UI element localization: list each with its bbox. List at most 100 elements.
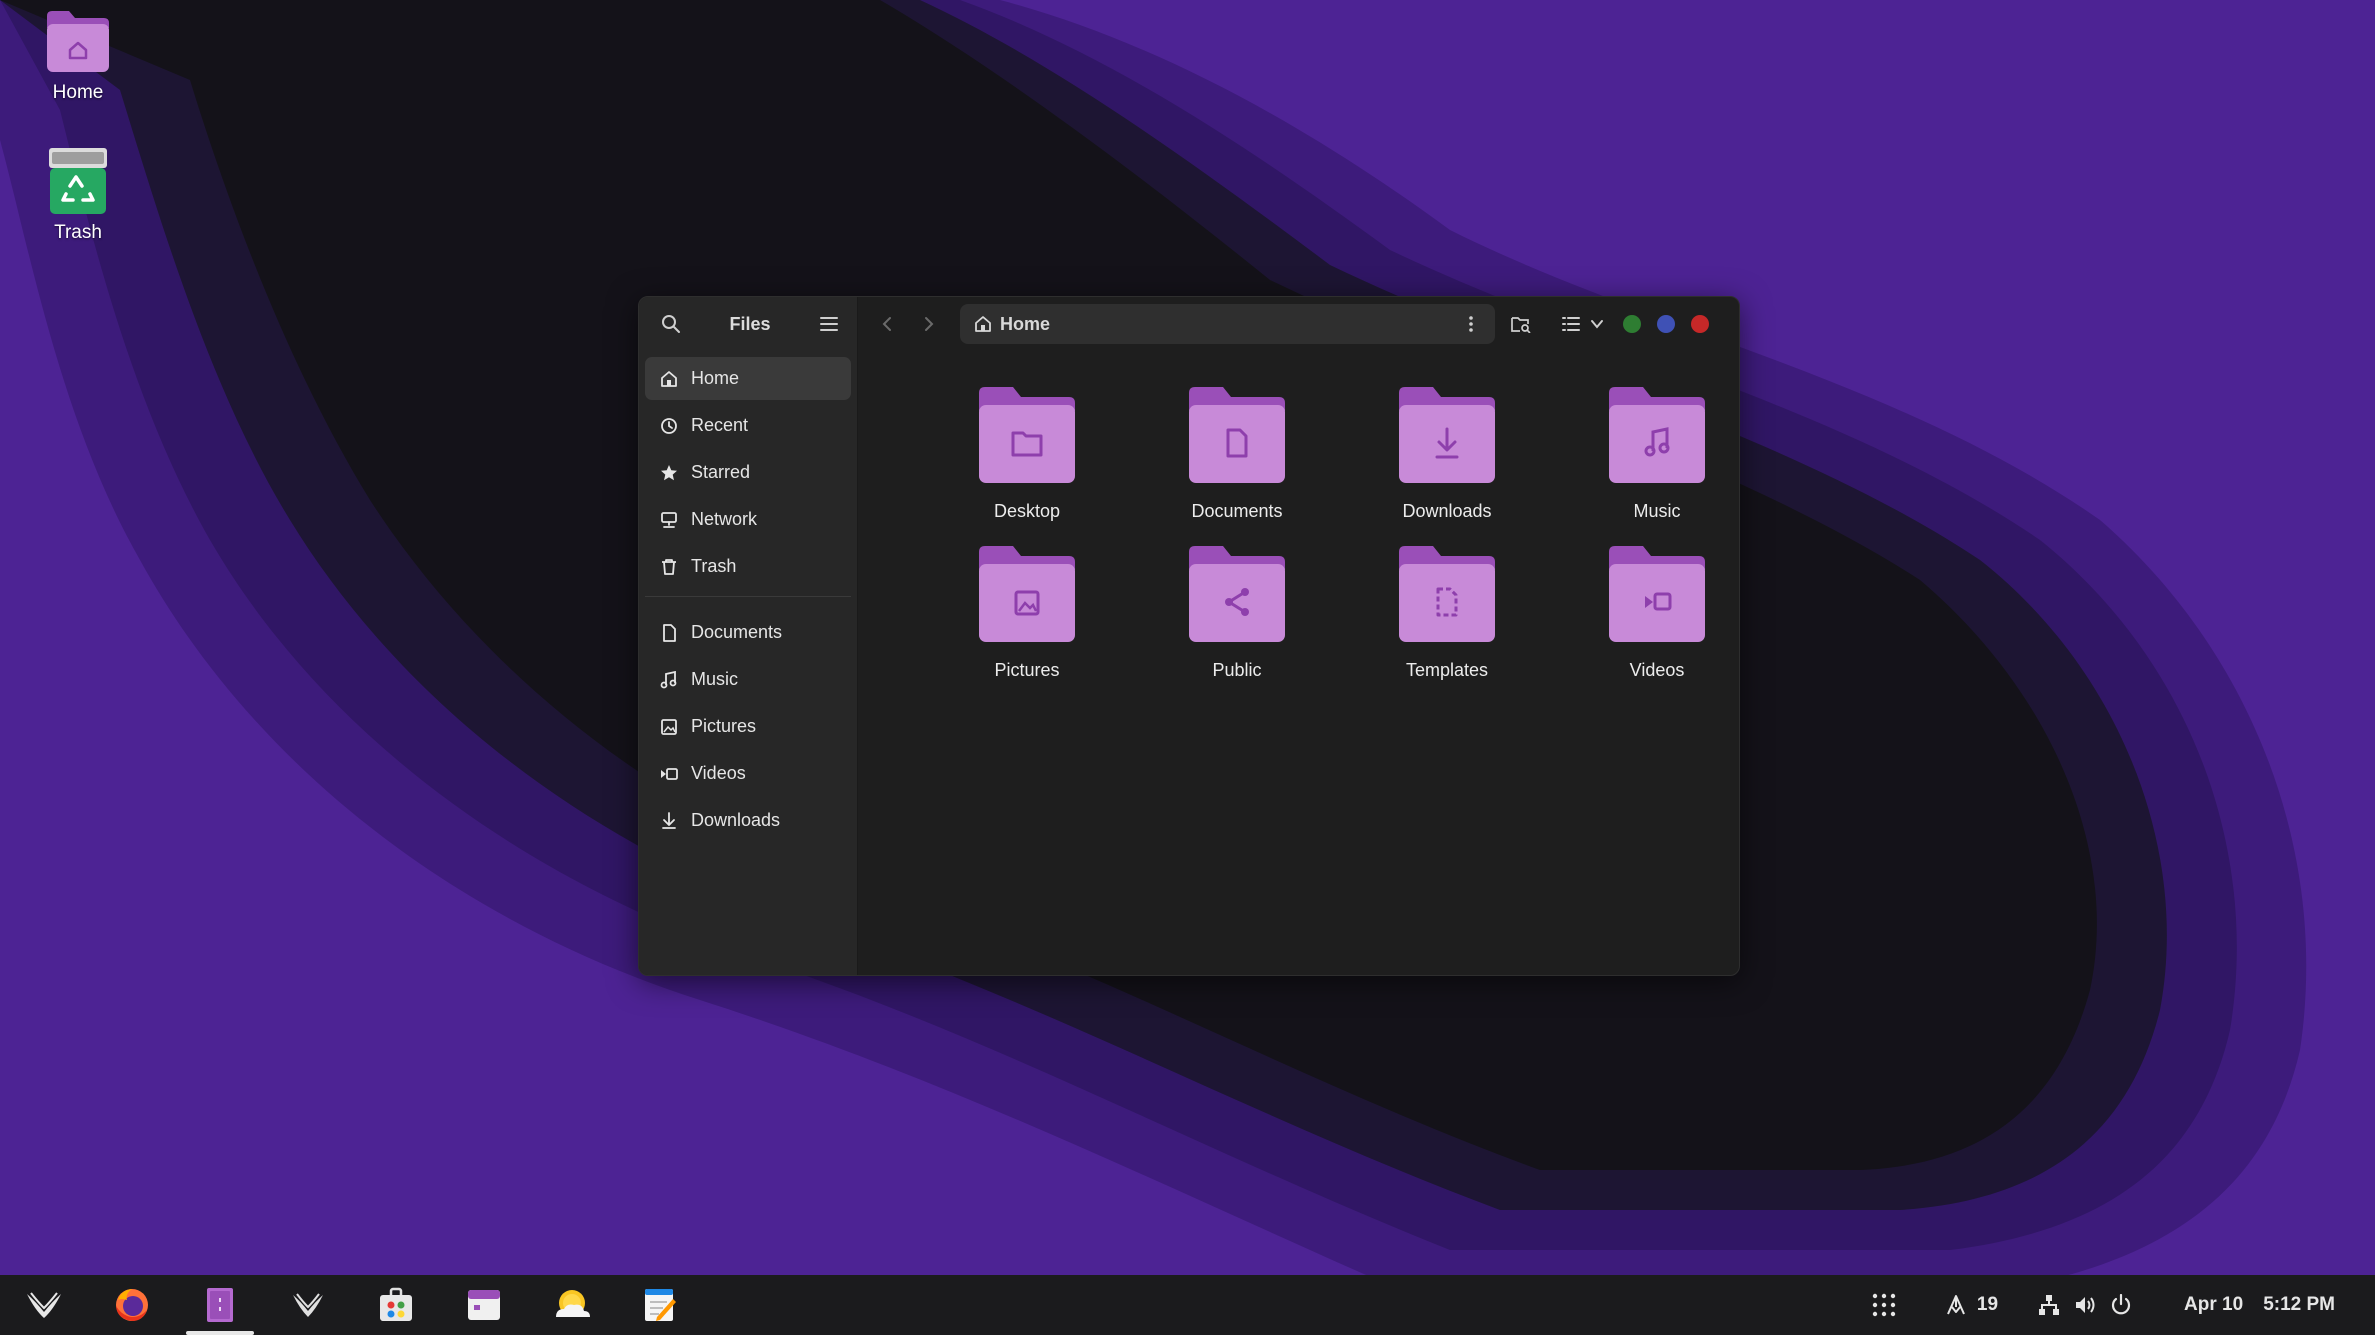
folder-label: Desktop <box>993 501 1061 521</box>
sidebar-item-trash[interactable]: Trash <box>645 545 851 588</box>
folder-templates[interactable]: Templates <box>1342 544 1552 681</box>
wired-network-icon <box>2039 1295 2060 1315</box>
location-menu-button[interactable] <box>1455 308 1487 340</box>
firefox-icon <box>116 1289 148 1321</box>
template-icon <box>1399 546 1495 642</box>
sidebar-item-videos[interactable]: Videos <box>645 752 851 795</box>
taskbar-firefox[interactable] <box>88 1275 176 1335</box>
sidebar-item-pictures[interactable]: Pictures <box>645 705 851 748</box>
document-icon <box>659 623 679 643</box>
taskbar-calendar[interactable] <box>440 1275 528 1335</box>
taskbar-software-store[interactable] <box>352 1275 440 1335</box>
search-button[interactable] <box>655 308 687 340</box>
sidebar-item-recent[interactable]: Recent <box>645 404 851 447</box>
taskbar-launcher[interactable] <box>0 1275 88 1335</box>
share-icon <box>1189 546 1285 642</box>
video-icon <box>659 764 679 784</box>
sidebar-item-label: Music <box>691 669 739 689</box>
list-view-icon <box>1562 317 1580 331</box>
folder-label: Templates <box>1405 660 1489 680</box>
home-icon <box>659 369 679 389</box>
main-area: Home Desktop Documents Downloads Music P… <box>858 297 1739 975</box>
network-status[interactable] <box>2038 1294 2060 1316</box>
volume-icon <box>2076 1297 2095 1313</box>
zorin-connect-icon <box>293 1293 323 1317</box>
sidebar-title: Files <box>729 313 771 334</box>
location-label: Home <box>1000 313 1051 334</box>
updates-indicator[interactable]: 19 <box>1945 1294 1998 1316</box>
sidebar-item-documents[interactable]: Documents <box>645 611 851 654</box>
close-button[interactable] <box>1691 315 1709 333</box>
network-icon <box>659 510 679 530</box>
clock[interactable]: Apr 10 5:12 PM <box>2184 1294 2335 1316</box>
home-icon <box>975 316 991 332</box>
folder-videos[interactable]: Videos <box>1552 544 1739 681</box>
kebab-menu-icon <box>1469 316 1473 332</box>
sidebar-item-label: Recent <box>691 415 749 435</box>
music-icon <box>659 670 679 690</box>
taskbar-zorin-connect[interactable] <box>264 1275 352 1335</box>
minimize-button[interactable] <box>1623 315 1641 333</box>
desktop-icon-home[interactable]: Home <box>18 8 138 104</box>
header-actions <box>1505 308 1709 340</box>
app-grid-button[interactable] <box>1871 1292 1897 1318</box>
folder-search-icon <box>1511 317 1531 333</box>
folder-icon <box>979 387 1075 483</box>
hamburger-icon <box>820 317 838 331</box>
sidebar-places: Home Recent Starred Network Trash Docume… <box>639 351 857 842</box>
folder-label: Public <box>1212 660 1262 680</box>
location-bar[interactable]: Home <box>960 304 1495 344</box>
header-bar: Home <box>858 297 1739 351</box>
taskbar-weather[interactable] <box>528 1275 616 1335</box>
folder-label: Downloads <box>1402 501 1492 521</box>
search-folder-button[interactable] <box>1505 308 1537 340</box>
sidebar-item-network[interactable]: Network <box>645 498 851 541</box>
folder-music[interactable]: Music <box>1552 385 1739 522</box>
app-grid-icon <box>1872 1293 1896 1317</box>
sidebar-item-label: Videos <box>691 763 746 783</box>
chevron-down-icon <box>1591 320 1603 329</box>
folder-label: Pictures <box>994 660 1060 680</box>
chevron-right-icon <box>925 317 934 331</box>
time-label: 5:12 PM <box>2263 1294 2335 1315</box>
sidebar-item-music[interactable]: Music <box>645 658 851 701</box>
desktop-icon-label: Trash <box>54 222 102 243</box>
chevron-left-icon <box>882 317 891 331</box>
system-tray: 19 Apr 10 5:12 PM <box>1871 1275 2375 1335</box>
text-editor-icon <box>645 1289 676 1321</box>
view-options-button[interactable] <box>1587 308 1607 340</box>
weather-sun-icon <box>556 1290 590 1317</box>
folder-pictures[interactable]: Pictures <box>922 544 1132 681</box>
sidebar-item-home[interactable]: Home <box>645 357 851 400</box>
files-app-icon <box>207 1288 233 1322</box>
folder-documents[interactable]: Documents <box>1132 385 1342 522</box>
folder-public[interactable]: Public <box>1132 544 1342 681</box>
taskbar-text-editor[interactable] <box>616 1275 704 1335</box>
folder-desktop[interactable]: Desktop <box>922 385 1132 522</box>
sidebar-divider <box>645 596 851 597</box>
maximize-button[interactable] <box>1657 315 1675 333</box>
view-toggle-button[interactable] <box>1555 308 1587 340</box>
folder-grid: Desktop Documents Downloads Music Pictur… <box>922 385 1739 681</box>
document-icon <box>1189 387 1285 483</box>
updates-count: 19 <box>1976 1294 1999 1315</box>
sidebar-item-label: Network <box>691 509 758 529</box>
sidebar-item-downloads[interactable]: Downloads <box>645 799 851 842</box>
desktop-icon-trash[interactable]: Trash <box>18 146 138 244</box>
main-menu-button[interactable] <box>813 308 845 340</box>
home-folder-icon <box>47 11 109 72</box>
folder-label: Documents <box>1191 501 1283 521</box>
back-button[interactable] <box>868 306 908 342</box>
trash-icon <box>659 557 679 577</box>
forward-button[interactable] <box>908 306 948 342</box>
date-label: Apr 10 <box>2184 1294 2244 1315</box>
video-icon <box>1609 546 1705 642</box>
folder-label: Music <box>1633 501 1681 521</box>
taskbar-files[interactable] <box>176 1275 264 1335</box>
sidebar-item-label: Trash <box>691 556 737 576</box>
sidebar-item-starred[interactable]: Starred <box>645 451 851 494</box>
folder-downloads[interactable]: Downloads <box>1342 385 1552 522</box>
sidebar-item-label: Pictures <box>691 716 757 736</box>
power-menu[interactable] <box>2110 1294 2132 1316</box>
volume-status[interactable] <box>2074 1294 2096 1316</box>
